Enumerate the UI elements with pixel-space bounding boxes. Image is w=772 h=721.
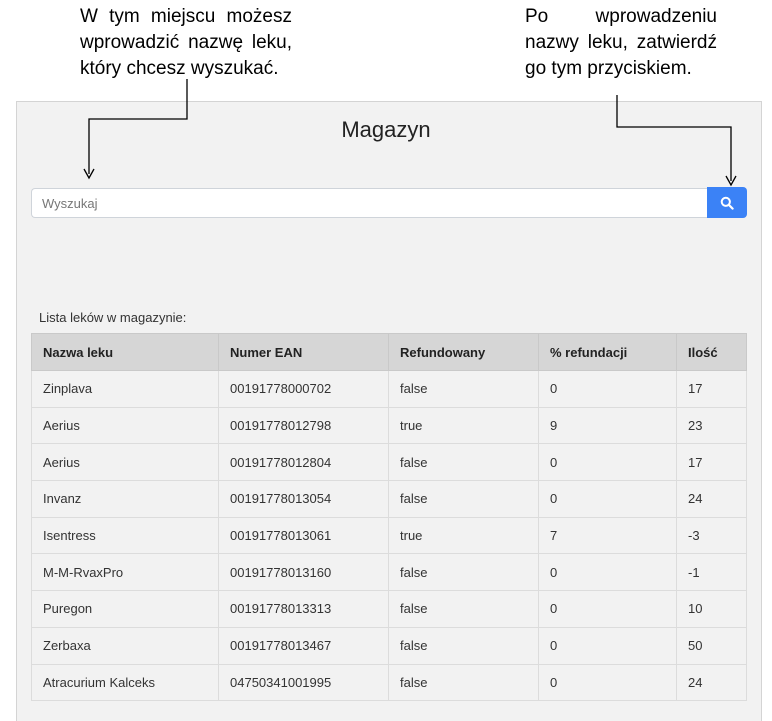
table-row[interactable]: Puregon 00191778013313 false 0 10 bbox=[31, 590, 747, 628]
cell-ean: 00191778013467 bbox=[218, 626, 389, 665]
cell-refund-percent: 0 bbox=[538, 590, 677, 628]
table-row[interactable]: M-M-RvaxPro 00191778013160 false 0 -1 bbox=[31, 553, 747, 592]
cell-ean: 00191778013313 bbox=[218, 590, 389, 628]
cell-quantity: -1 bbox=[676, 553, 747, 592]
cell-refund-percent: 0 bbox=[538, 443, 677, 482]
cell-quantity: 17 bbox=[676, 370, 747, 408]
cell-refund-percent: 9 bbox=[538, 406, 677, 445]
cell-ean: 00191778012798 bbox=[218, 406, 389, 445]
cell-refund-percent: 0 bbox=[538, 370, 677, 408]
table-header-row: Nazwa leku Numer EAN Refundowany % refun… bbox=[31, 333, 747, 371]
cell-quantity: -3 bbox=[676, 516, 747, 555]
column-header-refunded[interactable]: Refundowany bbox=[388, 333, 539, 371]
cell-refunded: true bbox=[388, 406, 539, 445]
cell-refund-percent: 0 bbox=[538, 480, 677, 518]
cell-ean: 04750341001995 bbox=[218, 663, 389, 702]
medicines-table: Nazwa leku Numer EAN Refundowany % refun… bbox=[31, 333, 747, 702]
cell-refunded: false bbox=[388, 553, 539, 592]
column-header-refund-percent[interactable]: % refundacji bbox=[538, 333, 677, 371]
column-header-ean[interactable]: Numer EAN bbox=[218, 333, 389, 371]
cell-refunded: false bbox=[388, 626, 539, 665]
cell-ean: 00191778013061 bbox=[218, 516, 389, 555]
cell-refunded: false bbox=[388, 370, 539, 408]
cell-quantity: 24 bbox=[676, 663, 747, 702]
table-row[interactable]: Atracurium Kalceks 04750341001995 false 0 24 bbox=[31, 663, 747, 702]
list-caption: Lista leków w magazynie: bbox=[39, 310, 187, 325]
cell-name: Aerius bbox=[31, 406, 219, 445]
cell-ean: 00191778000702 bbox=[218, 370, 389, 408]
cell-name: Atracurium Kalceks bbox=[31, 663, 219, 702]
cell-refund-percent: 7 bbox=[538, 516, 677, 555]
cell-name: M-M-RvaxPro bbox=[31, 553, 219, 592]
table-row[interactable]: Isentress 00191778013061 true 7 -3 bbox=[31, 516, 747, 555]
column-header-quantity[interactable]: Ilość bbox=[676, 333, 747, 371]
cell-quantity: 17 bbox=[676, 443, 747, 482]
table-row[interactable]: Zinplava 00191778000702 false 0 17 bbox=[31, 370, 747, 408]
cell-name: Zinplava bbox=[31, 370, 219, 408]
cell-name: Isentress bbox=[31, 516, 219, 555]
cell-name: Zerbaxa bbox=[31, 626, 219, 665]
table-row[interactable]: Aerius 00191778012798 true 9 23 bbox=[31, 406, 747, 445]
table-row[interactable]: Zerbaxa 00191778013467 false 0 50 bbox=[31, 626, 747, 665]
cell-name: Aerius bbox=[31, 443, 219, 482]
cell-refund-percent: 0 bbox=[538, 663, 677, 702]
column-header-name[interactable]: Nazwa leku bbox=[31, 333, 219, 371]
table-row[interactable]: Invanz 00191778013054 false 0 24 bbox=[31, 480, 747, 518]
table-row[interactable]: Aerius 00191778012804 false 0 17 bbox=[31, 443, 747, 482]
cell-refunded: false bbox=[388, 663, 539, 702]
cell-name: Puregon bbox=[31, 590, 219, 628]
cell-refunded: false bbox=[388, 590, 539, 628]
cell-quantity: 23 bbox=[676, 406, 747, 445]
cell-refunded: false bbox=[388, 480, 539, 518]
cell-ean: 00191778013054 bbox=[218, 480, 389, 518]
cell-ean: 00191778013160 bbox=[218, 553, 389, 592]
callout-arrow-left bbox=[83, 79, 188, 180]
cell-quantity: 50 bbox=[676, 626, 747, 665]
cell-refund-percent: 0 bbox=[538, 626, 677, 665]
callout-arrow-right bbox=[616, 95, 737, 187]
cell-refunded: true bbox=[388, 516, 539, 555]
cell-refunded: false bbox=[388, 443, 539, 482]
cell-refund-percent: 0 bbox=[538, 553, 677, 592]
cell-name: Invanz bbox=[31, 480, 219, 518]
cell-quantity: 24 bbox=[676, 480, 747, 518]
cell-quantity: 10 bbox=[676, 590, 747, 628]
cell-ean: 00191778012804 bbox=[218, 443, 389, 482]
